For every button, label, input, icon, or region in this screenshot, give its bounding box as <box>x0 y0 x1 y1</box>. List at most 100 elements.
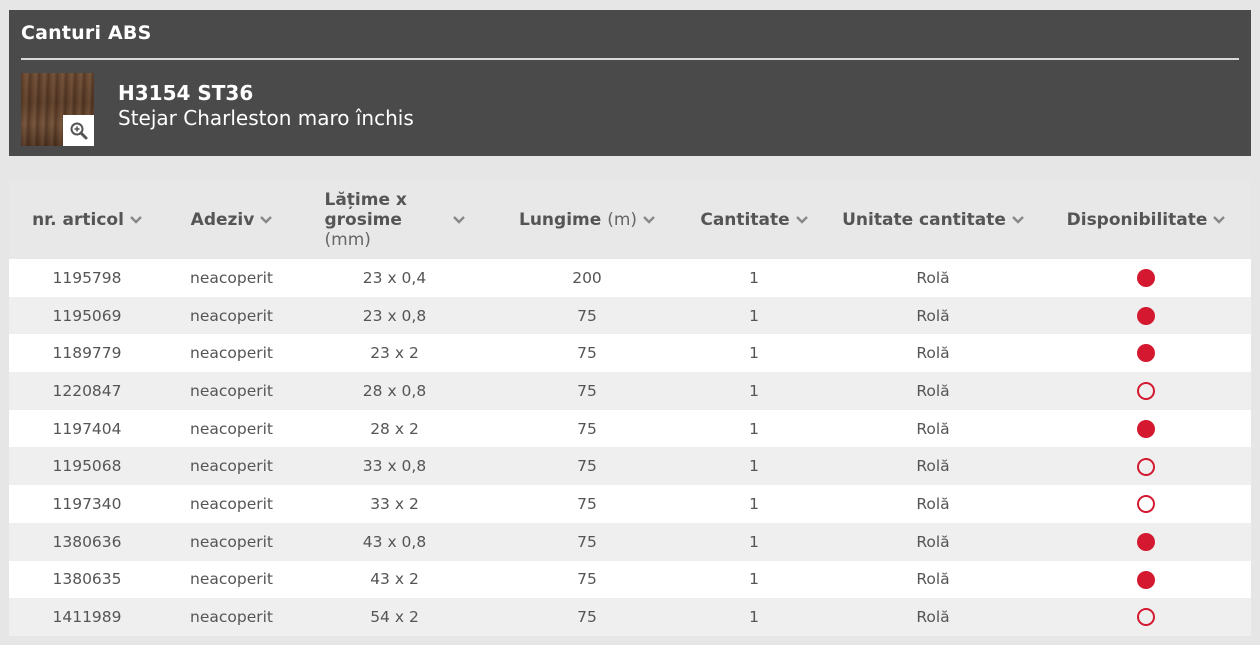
column-header-size[interactable]: Lățime x grosime (mm) <box>298 181 491 259</box>
unit-cell: Rolă <box>916 306 950 325</box>
availability-cell <box>1041 372 1251 410</box>
quantity-cell: 1 <box>749 494 759 513</box>
size-cell: 33 x 2 <box>370 494 419 513</box>
quantity-cell: 1 <box>749 344 759 363</box>
section-title: Canturi ABS <box>21 22 152 44</box>
available-dot-icon <box>1137 532 1155 551</box>
unavailable-dot-icon <box>1137 495 1155 514</box>
article-cell: 1220847 <box>52 381 122 400</box>
edgeband-table: nr. articol Adeziv Lățime x grosime (mm) <box>9 181 1251 636</box>
header-divider <box>21 58 1239 60</box>
quantity-cell: 1 <box>749 570 759 589</box>
available-dot-icon <box>1137 306 1155 325</box>
size-cell: 33 x 0,8 <box>362 457 427 476</box>
article-cell: 1195069 <box>52 306 122 325</box>
column-header-availability[interactable]: Disponibilitate <box>1041 181 1251 259</box>
unit-cell: Rolă <box>916 457 950 476</box>
size-cell: 43 x 2 <box>370 570 419 589</box>
length-cell: 75 <box>577 344 597 363</box>
column-header-length[interactable]: Lungime (m) <box>491 181 683 259</box>
adhesive-cell: neacoperit <box>190 268 273 287</box>
available-dot-icon <box>1137 570 1155 589</box>
length-cell: 75 <box>577 381 597 400</box>
table-row[interactable]: 1380635 neacoperit 43 x 2 75 1 Rolă <box>9 560 1251 599</box>
article-cell: 1195068 <box>52 457 122 476</box>
unit-cell: Rolă <box>916 344 950 363</box>
article-cell: 1189779 <box>52 344 122 363</box>
available-dot-icon <box>1137 269 1155 288</box>
table-row[interactable]: 1220847 neacoperit 28 x 0,8 75 1 Rolă <box>9 372 1251 410</box>
adhesive-cell: neacoperit <box>190 457 273 476</box>
column-label: Lungime <box>518 210 602 230</box>
product-swatch-image[interactable] <box>21 73 94 146</box>
quantity-cell: 1 <box>749 532 759 551</box>
availability-cell <box>1041 523 1251 561</box>
unit-cell: Rolă <box>916 570 950 589</box>
column-label: Unitate cantitate <box>842 210 1006 230</box>
unavailable-dot-icon <box>1137 608 1155 627</box>
available-dot-icon <box>1137 344 1155 363</box>
table-row[interactable]: 1411989 neacoperit 54 x 2 75 1 Rolă <box>9 598 1251 636</box>
unit-cell: Rolă <box>916 268 950 287</box>
availability-cell <box>1041 447 1251 485</box>
quantity-cell: 1 <box>749 381 759 400</box>
column-label: Lățime x grosime <box>324 190 407 230</box>
product-code: H3154 ST36 <box>118 81 254 105</box>
quantity-cell: 1 <box>749 457 759 476</box>
chevron-down-icon <box>260 216 273 224</box>
column-header-quantity[interactable]: Cantitate <box>683 181 825 259</box>
table-row[interactable]: 1189779 neacoperit 23 x 2 75 1 Rolă <box>9 334 1251 373</box>
size-cell: 28 x 0,8 <box>362 381 427 400</box>
product-name: Stejar Charleston maro închis <box>118 106 414 130</box>
article-cell: 1197404 <box>52 419 122 438</box>
availability-cell <box>1041 297 1251 335</box>
adhesive-cell: neacoperit <box>190 570 273 589</box>
table-row[interactable]: 1195069 neacoperit 23 x 0,8 75 1 Rolă <box>9 296 1251 335</box>
adhesive-cell: neacoperit <box>190 344 273 363</box>
column-label: Disponibilitate <box>1066 210 1208 230</box>
length-cell: 75 <box>577 608 597 627</box>
adhesive-cell: neacoperit <box>190 494 273 513</box>
column-header-article[interactable]: nr. articol <box>9 181 165 259</box>
size-cell: 54 x 2 <box>370 608 419 627</box>
chevron-down-icon <box>1012 216 1024 224</box>
column-label: Adeziv <box>190 210 255 230</box>
unit-cell: Rolă <box>916 419 950 438</box>
size-cell: 43 x 0,8 <box>362 532 427 551</box>
unit-cell: Rolă <box>916 608 950 627</box>
quantity-cell: 1 <box>749 268 759 287</box>
column-label: Cantitate <box>700 210 790 230</box>
column-header-unit[interactable]: Unitate cantitate <box>825 181 1041 259</box>
article-cell: 1380636 <box>52 532 122 551</box>
quantity-cell: 1 <box>749 608 759 627</box>
column-header-adhesive[interactable]: Adeziv <box>165 181 298 259</box>
chevron-down-icon <box>452 216 465 224</box>
quantity-cell: 1 <box>749 306 759 325</box>
availability-cell <box>1041 334 1251 372</box>
table-row[interactable]: 1380636 neacoperit 43 x 0,8 75 1 Rolă <box>9 522 1251 561</box>
table-row[interactable]: 1197340 neacoperit 33 x 2 75 1 Rolă <box>9 485 1251 523</box>
availability-cell <box>1041 598 1251 636</box>
length-cell: 200 <box>572 268 602 287</box>
table-row[interactable]: 1197404 neacoperit 28 x 2 75 1 Rolă <box>9 409 1251 448</box>
availability-cell <box>1041 485 1251 523</box>
zoom-button[interactable] <box>63 115 94 146</box>
unit-cell: Rolă <box>916 381 950 400</box>
size-cell: 23 x 0,8 <box>362 306 427 325</box>
adhesive-cell: neacoperit <box>190 532 273 551</box>
table-row[interactable]: 1195798 neacoperit 23 x 0,4 200 1 Rolă <box>9 259 1251 297</box>
table-header-row: nr. articol Adeziv Lățime x grosime (mm) <box>9 181 1251 259</box>
length-cell: 75 <box>577 494 597 513</box>
article-cell: 1380635 <box>52 570 122 589</box>
unit-cell: Rolă <box>916 494 950 513</box>
column-unit: (m) <box>607 210 638 230</box>
column-label: nr. articol <box>32 210 124 230</box>
table-row[interactable]: 1195068 neacoperit 33 x 0,8 75 1 Rolă <box>9 447 1251 486</box>
chevron-down-icon <box>130 216 142 224</box>
size-cell: 23 x 2 <box>370 344 419 363</box>
length-cell: 75 <box>577 306 597 325</box>
chevron-down-icon <box>795 216 808 224</box>
article-cell: 1197340 <box>52 494 122 513</box>
adhesive-cell: neacoperit <box>190 608 273 627</box>
size-cell: 23 x 0,4 <box>362 268 427 287</box>
